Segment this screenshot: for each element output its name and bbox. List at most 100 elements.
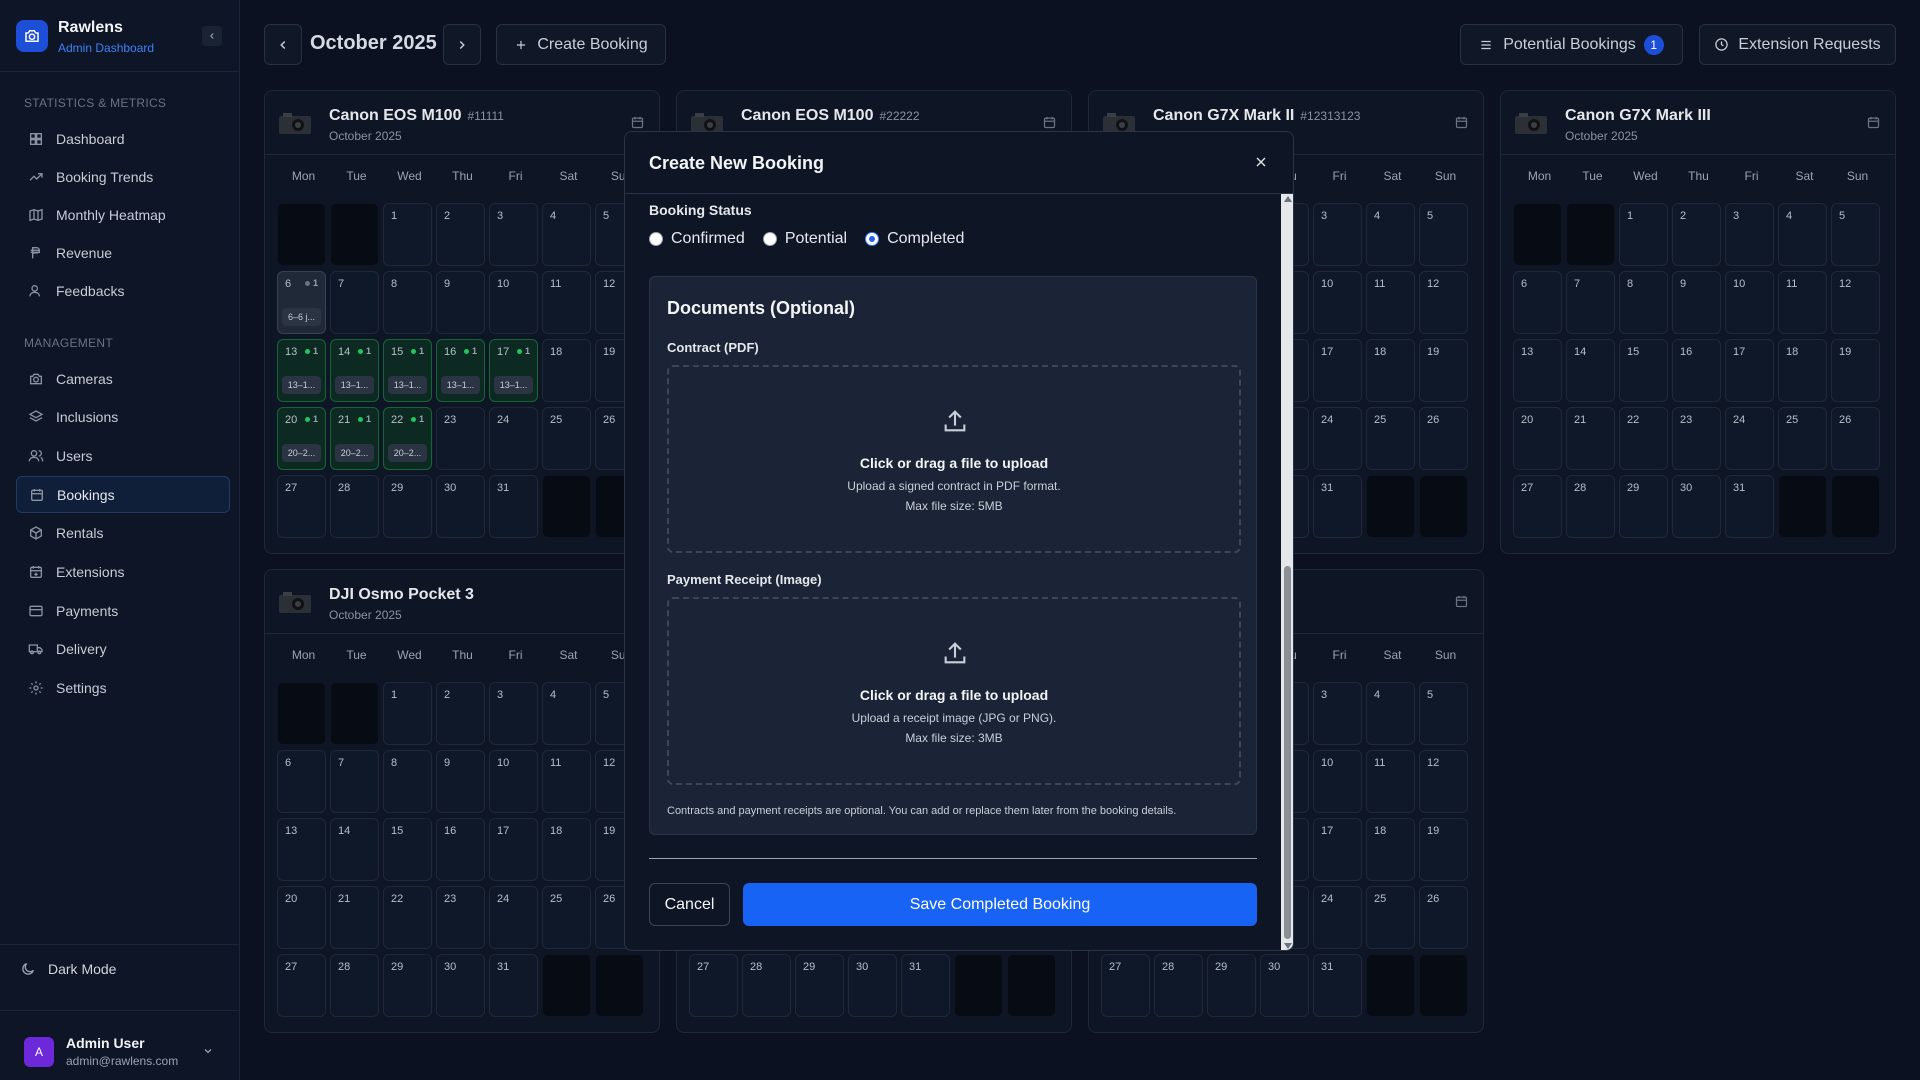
sidebar-item-rentals[interactable]: Rentals <box>16 515 230 552</box>
calendar-day-cell[interactable]: 29 <box>383 954 432 1017</box>
calendar-day-cell[interactable]: 7 <box>330 750 379 813</box>
sidebar-item-extensions[interactable]: Extensions <box>16 554 230 591</box>
calendar-day-cell[interactable]: 23 <box>436 407 485 470</box>
calendar-day-cell[interactable]: 3 <box>1313 682 1362 745</box>
sidebar-item-feedbacks[interactable]: Feedbacks <box>16 272 230 309</box>
calendar-day-cell[interactable]: 31 <box>1313 475 1362 538</box>
calendar-day-cell[interactable]: 25 <box>1366 886 1415 949</box>
calendar-day-cell[interactable]: 11 <box>542 750 591 813</box>
calendar-day-cell[interactable]: 20 1 20–2... <box>277 407 326 470</box>
save-completed-booking-button[interactable]: Save Completed Booking <box>743 883 1257 926</box>
calendar-day-cell[interactable]: 8 <box>383 750 432 813</box>
calendar-day-cell[interactable]: 31 <box>489 954 538 1017</box>
calendar-day-cell[interactable]: 28 <box>1566 475 1615 538</box>
calendar-day-cell[interactable]: 31 <box>1313 954 1362 1017</box>
calendar-day-cell[interactable]: 9 <box>1672 271 1721 334</box>
calendar-day-cell[interactable]: 24 <box>489 407 538 470</box>
calendar-day-cell[interactable]: 8 <box>383 271 432 334</box>
calendar-day-cell[interactable]: 28 <box>330 954 379 1017</box>
calendar-day-cell[interactable]: 28 <box>1154 954 1203 1017</box>
calendar-day-cell[interactable]: 4 <box>1366 203 1415 266</box>
calendar-day-cell[interactable]: 7 <box>1566 271 1615 334</box>
calendar-day-cell[interactable]: 20 <box>1513 407 1562 470</box>
calendar-day-cell[interactable]: 22 <box>1619 407 1668 470</box>
radio-potential[interactable] <box>762 232 777 246</box>
calendar-day-cell[interactable]: 25 <box>1366 407 1415 470</box>
calendar-day-cell[interactable]: 14 <box>1566 339 1615 402</box>
calendar-day-cell[interactable]: 13 <box>277 818 326 881</box>
calendar-icon[interactable] <box>1866 115 1881 130</box>
calendar-day-cell[interactable]: 9 <box>436 750 485 813</box>
calendar-day-cell[interactable]: 11 <box>1778 271 1827 334</box>
calendar-day-cell[interactable]: 6 <box>1513 271 1562 334</box>
calendar-day-cell[interactable]: 31 <box>1725 475 1774 538</box>
sidebar-item-monthly-heatmap[interactable]: Monthly Heatmap <box>16 196 230 233</box>
calendar-day-cell[interactable]: 16 <box>1672 339 1721 402</box>
radio-confirmed-label[interactable]: Confirmed <box>671 230 745 248</box>
calendar-day-cell[interactable]: 8 <box>1619 271 1668 334</box>
calendar-day-cell[interactable]: 30 <box>1672 475 1721 538</box>
calendar-day-cell[interactable]: 3 <box>1725 203 1774 266</box>
modal-scrollbar[interactable] <box>1281 194 1293 950</box>
calendar-day-cell[interactable]: 3 <box>489 682 538 745</box>
calendar-day-cell[interactable]: 31 <box>901 954 950 1017</box>
calendar-day-cell[interactable]: 5 <box>1831 203 1880 266</box>
calendar-day-cell[interactable]: 6 <box>277 750 326 813</box>
calendar-day-cell[interactable]: 15 1 13–1... <box>383 339 432 402</box>
calendar-day-cell[interactable]: 22 <box>383 886 432 949</box>
calendar-day-cell[interactable]: 15 <box>1619 339 1668 402</box>
calendar-day-cell[interactable]: 27 <box>1513 475 1562 538</box>
calendar-day-cell[interactable]: 2 <box>1672 203 1721 266</box>
calendar-day-cell[interactable]: 11 <box>1366 750 1415 813</box>
calendar-day-cell[interactable]: 1 <box>383 682 432 745</box>
calendar-day-cell[interactable]: 18 <box>542 339 591 402</box>
calendar-day-cell[interactable]: 26 <box>1831 407 1880 470</box>
calendar-day-cell[interactable]: 4 <box>542 203 591 266</box>
calendar-day-cell[interactable]: 18 <box>542 818 591 881</box>
calendar-day-cell[interactable]: 23 <box>1672 407 1721 470</box>
sidebar-item-booking-trends[interactable]: Booking Trends <box>16 158 230 195</box>
calendar-day-cell[interactable]: 14 1 13–1... <box>330 339 379 402</box>
calendar-day-cell[interactable]: 26 <box>1419 407 1468 470</box>
cancel-button[interactable]: Cancel <box>649 883 730 926</box>
calendar-day-cell[interactable]: 11 <box>1366 271 1415 334</box>
next-month-button[interactable] <box>443 24 481 65</box>
sidebar-item-delivery[interactable]: Delivery <box>16 631 230 668</box>
potential-bookings-button[interactable]: Potential Bookings 1 <box>1460 24 1683 65</box>
calendar-day-cell[interactable]: 27 <box>1101 954 1150 1017</box>
calendar-icon[interactable] <box>1454 115 1469 130</box>
calendar-icon[interactable] <box>1042 115 1057 130</box>
calendar-day-cell[interactable]: 23 <box>436 886 485 949</box>
calendar-day-cell[interactable]: 12 <box>1419 271 1468 334</box>
calendar-day-cell[interactable]: 17 <box>1313 818 1362 881</box>
calendar-icon[interactable] <box>630 115 645 130</box>
scroll-up-arrow-icon[interactable] <box>1284 196 1292 202</box>
calendar-day-cell[interactable]: 29 <box>383 475 432 538</box>
sidebar-item-cameras[interactable]: Cameras <box>16 360 230 397</box>
create-booking-button[interactable]: Create Booking <box>496 24 666 65</box>
calendar-day-cell[interactable]: 12 <box>1831 271 1880 334</box>
calendar-day-cell[interactable]: 17 <box>1725 339 1774 402</box>
calendar-day-cell[interactable]: 10 <box>1313 271 1362 334</box>
calendar-day-cell[interactable]: 11 <box>542 271 591 334</box>
calendar-day-cell[interactable]: 18 <box>1778 339 1827 402</box>
calendar-day-cell[interactable]: 1 <box>383 203 432 266</box>
calendar-day-cell[interactable]: 17 1 13–1... <box>489 339 538 402</box>
receipt-dropzone[interactable]: Click or drag a file to upload Upload a … <box>667 597 1241 785</box>
calendar-day-cell[interactable]: 21 1 20–2... <box>330 407 379 470</box>
calendar-day-cell[interactable]: 21 <box>330 886 379 949</box>
calendar-day-cell[interactable]: 3 <box>1313 203 1362 266</box>
calendar-day-cell[interactable]: 24 <box>1313 886 1362 949</box>
close-modal-button[interactable] <box>1253 154 1269 175</box>
calendar-day-cell[interactable]: 24 <box>1313 407 1362 470</box>
calendar-day-cell[interactable]: 5 <box>1419 682 1468 745</box>
sidebar-item-settings[interactable]: Settings <box>16 670 230 707</box>
radio-completed-label[interactable]: Completed <box>887 230 964 248</box>
dark-mode-toggle[interactable]: Dark Mode <box>20 961 116 977</box>
sidebar-item-users[interactable]: Users <box>16 437 230 474</box>
collapse-sidebar-button[interactable] <box>202 26 222 46</box>
calendar-day-cell[interactable]: 18 <box>1366 818 1415 881</box>
calendar-day-cell[interactable]: 16 <box>436 818 485 881</box>
calendar-day-cell[interactable]: 10 <box>1725 271 1774 334</box>
calendar-day-cell[interactable]: 19 <box>1419 818 1468 881</box>
